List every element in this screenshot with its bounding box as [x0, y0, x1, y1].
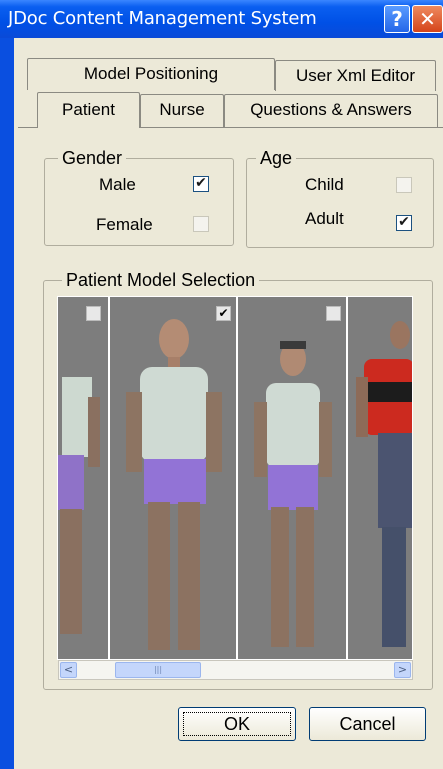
tab-label: Questions & Answers [250, 100, 412, 119]
focus-rect [183, 712, 291, 736]
male-checkbox[interactable]: ✔ [193, 176, 209, 192]
patient-model-image [58, 377, 100, 634]
model-selection-legend: Patient Model Selection [62, 270, 260, 290]
tab-patient[interactable]: Patient [37, 92, 140, 128]
window-title: JDoc Content Management System [8, 8, 317, 29]
tab-label: Patient [62, 100, 115, 119]
tab-user-xml-editor[interactable]: User Xml Editor [275, 60, 436, 91]
model-panel-3[interactable] [346, 297, 412, 659]
patient-model-image [126, 319, 222, 650]
cancel-button[interactable]: Cancel [309, 707, 426, 741]
male-label: Male [99, 175, 136, 194]
tab-label: Nurse [159, 100, 205, 119]
patient-model-image [356, 321, 412, 647]
model-panel-1[interactable]: ✔ [108, 297, 236, 659]
tab-label: Model Positioning [83, 64, 219, 83]
window-left-border [0, 38, 14, 769]
ok-button[interactable]: OK [178, 707, 296, 741]
tab-questions-answers[interactable]: Questions & Answers [224, 94, 438, 127]
scroll-thumb[interactable]: ||| [115, 662, 201, 678]
model-checkbox-0[interactable] [86, 306, 101, 321]
adult-checkbox[interactable]: ✔ [396, 215, 412, 231]
horizontal-scrollbar[interactable]: < ||| > [58, 660, 413, 680]
close-button[interactable]: ✕ [412, 5, 443, 33]
app-window: JDoc Content Management System ? ✕ Model… [0, 0, 443, 769]
cancel-label: Cancel [339, 714, 396, 734]
age-legend: Age [256, 148, 297, 168]
adult-label: Adult [305, 209, 344, 228]
model-panel-2[interactable] [236, 297, 346, 659]
tab-nurse[interactable]: Nurse [140, 94, 224, 127]
model-checkbox-2[interactable] [326, 306, 341, 321]
scroll-right-button[interactable]: > [394, 662, 411, 678]
scroll-left-button[interactable]: < [60, 662, 77, 678]
child-label: Child [305, 175, 344, 194]
model-viewer[interactable]: ✔ [57, 296, 413, 660]
model-checkbox-1[interactable]: ✔ [216, 306, 231, 321]
tab-model-positioning[interactable]: Model Positioning [27, 58, 275, 90]
title-bar[interactable]: JDoc Content Management System ? ✕ [0, 0, 443, 38]
model-panel-0[interactable] [58, 297, 108, 659]
patient-model-image [254, 341, 332, 647]
child-checkbox[interactable] [396, 177, 412, 193]
age-group [246, 158, 434, 248]
help-button[interactable]: ? [384, 5, 410, 33]
tab-label: User Xml Editor [295, 66, 416, 85]
female-label: Female [96, 215, 153, 234]
female-checkbox[interactable] [193, 216, 209, 232]
gender-legend: Gender [58, 148, 127, 168]
